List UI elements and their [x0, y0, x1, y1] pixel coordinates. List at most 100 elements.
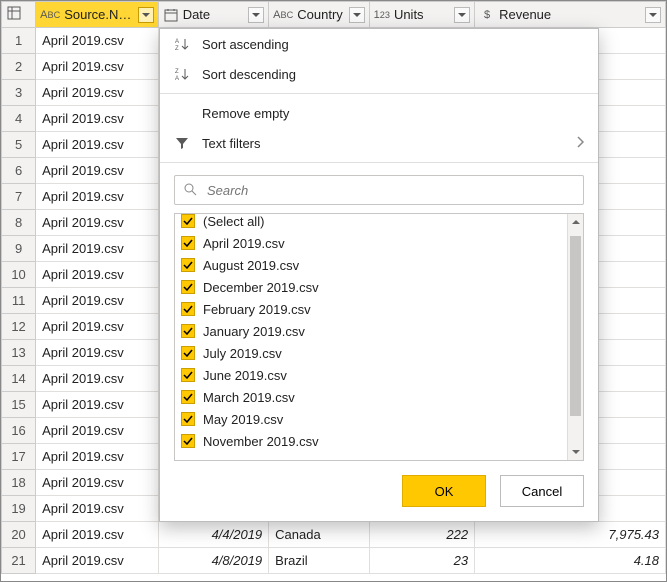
- checkbox-checked-icon[interactable]: [181, 412, 195, 426]
- filter-value-item[interactable]: April 2019.csv: [181, 232, 561, 254]
- cell-source[interactable]: April 2019.csv: [36, 522, 159, 548]
- row-number[interactable]: 7: [2, 184, 36, 210]
- menu-label: Sort ascending: [202, 37, 584, 52]
- column-header-country[interactable]: ABC Country: [269, 2, 369, 28]
- filter-value-item[interactable]: June 2019.csv: [181, 364, 561, 386]
- row-number[interactable]: 20: [2, 522, 36, 548]
- cancel-button[interactable]: Cancel: [500, 475, 584, 507]
- cell-units[interactable]: 222: [369, 522, 474, 548]
- column-header-units[interactable]: 123 Units: [369, 2, 474, 28]
- checkbox-checked-icon[interactable]: [181, 280, 195, 294]
- scrollbar[interactable]: [567, 214, 583, 460]
- cell-source[interactable]: April 2019.csv: [36, 106, 159, 132]
- rownum-header[interactable]: [2, 2, 36, 28]
- checkbox-checked-icon[interactable]: [181, 324, 195, 338]
- cell-date[interactable]: 4/8/2019: [158, 548, 268, 574]
- filter-dropdown-toggle[interactable]: [248, 7, 264, 23]
- sort-ascending[interactable]: AZ Sort ascending: [160, 29, 598, 59]
- row-number[interactable]: 10: [2, 262, 36, 288]
- row-number[interactable]: 4: [2, 106, 36, 132]
- scroll-down-icon[interactable]: [568, 444, 583, 460]
- scroll-thumb[interactable]: [570, 236, 581, 416]
- row-number[interactable]: 21: [2, 548, 36, 574]
- cell-source[interactable]: April 2019.csv: [36, 418, 159, 444]
- row-number[interactable]: 12: [2, 314, 36, 340]
- filter-dropdown-toggle[interactable]: [138, 7, 154, 23]
- cell-source[interactable]: April 2019.csv: [36, 288, 159, 314]
- filter-value-item[interactable]: January 2019.csv: [181, 320, 561, 342]
- checkbox-checked-icon[interactable]: [181, 368, 195, 382]
- row-number[interactable]: 1: [2, 28, 36, 54]
- row-number[interactable]: 5: [2, 132, 36, 158]
- filter-dropdown-toggle[interactable]: [645, 7, 661, 23]
- row-number[interactable]: 3: [2, 80, 36, 106]
- cell-country[interactable]: Canada: [269, 522, 369, 548]
- checkbox-checked-icon[interactable]: [181, 214, 195, 228]
- filter-value-item[interactable]: (Select all): [181, 214, 561, 232]
- filter-dropdown-toggle[interactable]: [454, 7, 470, 23]
- row-number[interactable]: 11: [2, 288, 36, 314]
- table-row[interactable]: 21April 2019.csv4/8/2019Brazil234.18: [2, 548, 666, 574]
- cell-source[interactable]: April 2019.csv: [36, 236, 159, 262]
- filter-search-input[interactable]: [205, 182, 575, 199]
- checkbox-checked-icon[interactable]: [181, 302, 195, 316]
- cell-source[interactable]: April 2019.csv: [36, 54, 159, 80]
- checkbox-checked-icon[interactable]: [181, 434, 195, 448]
- remove-empty[interactable]: Remove empty: [160, 98, 598, 128]
- column-header-revenue[interactable]: $ Revenue: [475, 2, 666, 28]
- cell-source[interactable]: April 2019.csv: [36, 314, 159, 340]
- sort-asc-icon: AZ: [174, 37, 190, 51]
- sort-descending[interactable]: ZA Sort descending: [160, 59, 598, 89]
- cell-source[interactable]: April 2019.csv: [36, 392, 159, 418]
- scroll-up-icon[interactable]: [568, 214, 583, 230]
- filter-search[interactable]: [174, 175, 584, 205]
- cell-source[interactable]: April 2019.csv: [36, 470, 159, 496]
- checkbox-checked-icon[interactable]: [181, 236, 195, 250]
- cell-source[interactable]: April 2019.csv: [36, 184, 159, 210]
- cell-revenue[interactable]: 4.18: [475, 548, 666, 574]
- row-number[interactable]: 13: [2, 340, 36, 366]
- cell-source[interactable]: April 2019.csv: [36, 158, 159, 184]
- search-icon: [183, 182, 197, 199]
- filter-value-item[interactable]: February 2019.csv: [181, 298, 561, 320]
- cell-source[interactable]: April 2019.csv: [36, 28, 159, 54]
- filter-value-item[interactable]: March 2019.csv: [181, 386, 561, 408]
- text-filters[interactable]: Text filters: [160, 128, 598, 158]
- cell-source[interactable]: April 2019.csv: [36, 444, 159, 470]
- cell-source[interactable]: April 2019.csv: [36, 210, 159, 236]
- cell-source[interactable]: April 2019.csv: [36, 340, 159, 366]
- row-number[interactable]: 14: [2, 366, 36, 392]
- filter-dropdown-toggle[interactable]: [349, 7, 365, 23]
- row-number[interactable]: 18: [2, 470, 36, 496]
- filter-value-item[interactable]: December 2019.csv: [181, 276, 561, 298]
- cell-source[interactable]: April 2019.csv: [36, 132, 159, 158]
- row-number[interactable]: 16: [2, 418, 36, 444]
- checkbox-checked-icon[interactable]: [181, 258, 195, 272]
- row-number[interactable]: 6: [2, 158, 36, 184]
- table-row[interactable]: 20April 2019.csv4/4/2019Canada2227,975.4…: [2, 522, 666, 548]
- filter-value-item[interactable]: August 2019.csv: [181, 254, 561, 276]
- column-header-source[interactable]: ABC Source.Name: [36, 2, 159, 28]
- cell-revenue[interactable]: 7,975.43: [475, 522, 666, 548]
- ok-button[interactable]: OK: [402, 475, 486, 507]
- column-header-date[interactable]: Date: [158, 2, 268, 28]
- row-number[interactable]: 2: [2, 54, 36, 80]
- row-number[interactable]: 15: [2, 392, 36, 418]
- cell-source[interactable]: April 2019.csv: [36, 366, 159, 392]
- row-number[interactable]: 17: [2, 444, 36, 470]
- cell-country[interactable]: Brazil: [269, 548, 369, 574]
- cell-source[interactable]: April 2019.csv: [36, 496, 159, 522]
- checkbox-checked-icon[interactable]: [181, 346, 195, 360]
- row-number[interactable]: 9: [2, 236, 36, 262]
- cell-source[interactable]: April 2019.csv: [36, 80, 159, 106]
- filter-value-item[interactable]: November 2019.csv: [181, 430, 561, 452]
- checkbox-checked-icon[interactable]: [181, 390, 195, 404]
- cell-source[interactable]: April 2019.csv: [36, 262, 159, 288]
- cell-date[interactable]: 4/4/2019: [158, 522, 268, 548]
- filter-value-item[interactable]: July 2019.csv: [181, 342, 561, 364]
- row-number[interactable]: 19: [2, 496, 36, 522]
- row-number[interactable]: 8: [2, 210, 36, 236]
- cell-units[interactable]: 23: [369, 548, 474, 574]
- cell-source[interactable]: April 2019.csv: [36, 548, 159, 574]
- filter-value-item[interactable]: May 2019.csv: [181, 408, 561, 430]
